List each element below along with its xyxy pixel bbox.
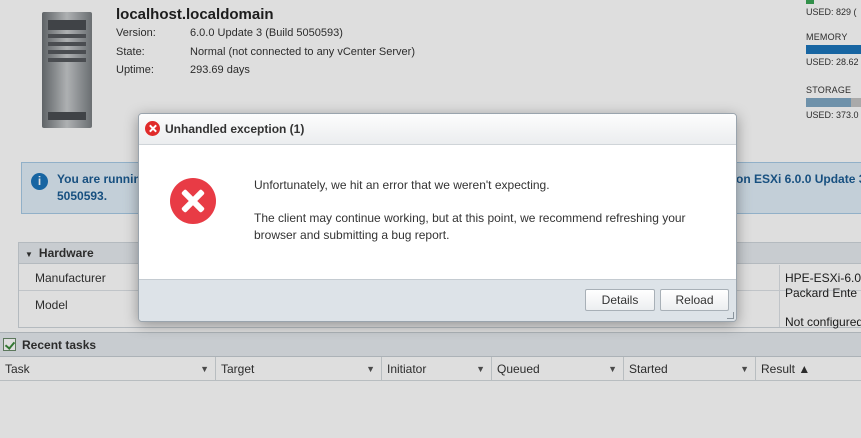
dialog-title: Unhandled exception (1) [165, 122, 305, 136]
reload-button[interactable]: Reload [660, 289, 729, 311]
dialog-title-bar[interactable]: Unhandled exception (1) [139, 114, 736, 145]
dialog-message-primary: Unfortunately, we hit an error that we w… [254, 178, 550, 192]
error-dialog: Unhandled exception (1) Unfortunately, w… [138, 113, 737, 322]
dialog-footer: Details Reload [139, 279, 736, 321]
resize-grip-icon[interactable] [727, 312, 734, 319]
dialog-message-secondary: The client may continue working, but at … [254, 211, 686, 242]
details-button[interactable]: Details [585, 289, 655, 311]
error-large-icon [170, 178, 216, 224]
error-icon [145, 121, 160, 136]
